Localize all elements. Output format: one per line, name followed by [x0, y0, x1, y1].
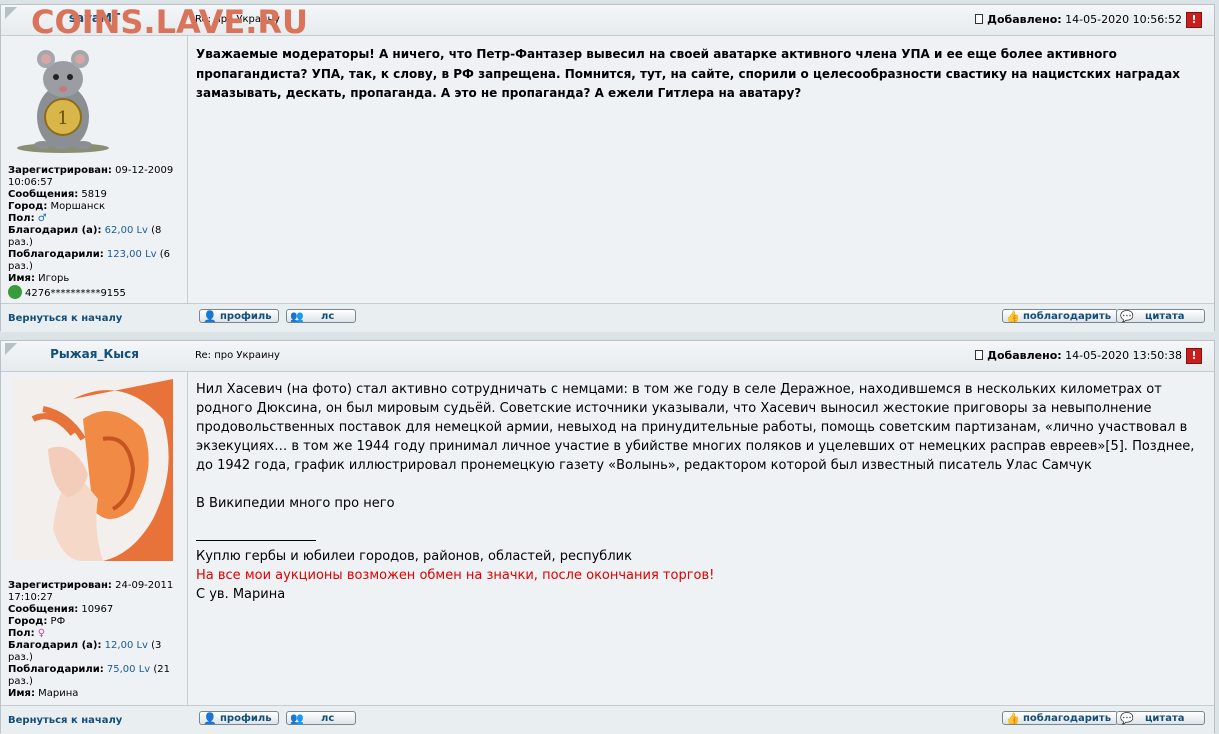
- thank-button[interactable]: 👍 поблагодарить: [1002, 309, 1119, 323]
- post-footer: Вернуться к началу 👤 профиль 👥 лс 👍 поблаго…: [1, 705, 1214, 734]
- thanked-link[interactable]: 62,00 Lv: [105, 225, 148, 236]
- post-body: Нил Хасевич (на фото) стал активно сотру…: [196, 380, 1204, 604]
- user-icon: 👤: [203, 310, 217, 323]
- back-to-top-link[interactable]: Вернуться к началу: [8, 715, 122, 726]
- avatar: 1: [17, 50, 109, 153]
- quote-icon: 💬: [1120, 310, 1134, 323]
- document-icon: [975, 14, 984, 24]
- post-date: Добавлено: 14-05-2020 13:50:38: [975, 349, 1182, 362]
- pm-button[interactable]: 👥 лс: [286, 309, 356, 323]
- document-icon: [975, 350, 984, 360]
- post: savaMT Re: про Украину Добавлено: 14-05-…: [0, 4, 1215, 332]
- report-button[interactable]: !: [1186, 348, 1202, 364]
- thumbs-up-icon: 👍: [1006, 712, 1020, 725]
- post-paragraph: В Википедии много про него: [196, 496, 395, 511]
- quote-icon: 💬: [1120, 712, 1134, 725]
- post-paragraph: Нил Хасевич (на фото) стал активно сотру…: [196, 382, 1195, 473]
- signature-line: На все мои аукционы возможен обмен на зн…: [196, 568, 715, 583]
- site-watermark: COINS.LAVE.RU: [31, 3, 308, 41]
- thanks-received-link[interactable]: 123,00 Lv: [107, 249, 157, 260]
- post-header: Рыжая_Кыся Re: про Украину Добавлено: 14…: [1, 341, 1214, 372]
- avatar: [13, 379, 173, 561]
- post-subject: Re: про Украину: [195, 350, 280, 361]
- post-date: Добавлено: 14-05-2020 10:56:52: [975, 13, 1182, 26]
- back-to-top-link[interactable]: Вернуться к началу: [8, 313, 122, 324]
- user-panel: Зарегистрирован: 24-09-2011 17:10:27 Соо…: [1, 371, 188, 705]
- report-button[interactable]: !: [1186, 12, 1202, 28]
- thumbs-up-icon: 👍: [1006, 310, 1020, 323]
- users-icon: 👥: [290, 712, 304, 725]
- profile-button[interactable]: 👤 профиль: [199, 309, 279, 323]
- sberbank-icon: [8, 285, 22, 299]
- user-icon: 👤: [203, 712, 217, 725]
- signature-line: Куплю гербы и юбилеи городов, районов, о…: [196, 549, 632, 564]
- thank-button[interactable]: 👍 поблагодарить: [1002, 711, 1119, 725]
- male-icon: ♂: [37, 213, 47, 224]
- thanked-link[interactable]: 12,00 Lv: [105, 640, 148, 651]
- user-info: Зарегистрирован: 24-09-2011 17:10:27 Соо…: [8, 580, 174, 699]
- users-icon: 👥: [290, 310, 304, 323]
- user-panel: 1 Зарегистрирован: 09-12-2009 10:06:57 С…: [1, 35, 188, 303]
- post-author[interactable]: Рыжая_Кыся: [1, 347, 188, 361]
- post-footer: Вернуться к началу 👤 профиль 👥 лс 👍 поблаго…: [1, 303, 1214, 332]
- signature-divider: [196, 540, 316, 541]
- thanks-received-link[interactable]: 75,00 Lv: [107, 664, 150, 675]
- quote-button[interactable]: 💬 цитата: [1116, 309, 1205, 323]
- profile-button[interactable]: 👤 профиль: [199, 711, 279, 725]
- svg-text:1: 1: [57, 108, 68, 129]
- pm-button[interactable]: 👥 лс: [286, 711, 356, 725]
- female-icon: ♀: [37, 628, 46, 639]
- quote-button[interactable]: 💬 цитата: [1116, 711, 1205, 725]
- post: Рыжая_Кыся Re: про Украину Добавлено: 14…: [0, 340, 1215, 734]
- user-info: Зарегистрирован: 09-12-2009 10:06:57 Соо…: [8, 165, 174, 299]
- signature-line: С ув. Марина: [196, 587, 286, 602]
- post-body: Уважаемые модераторы! А ничего, что Петр…: [196, 47, 1180, 100]
